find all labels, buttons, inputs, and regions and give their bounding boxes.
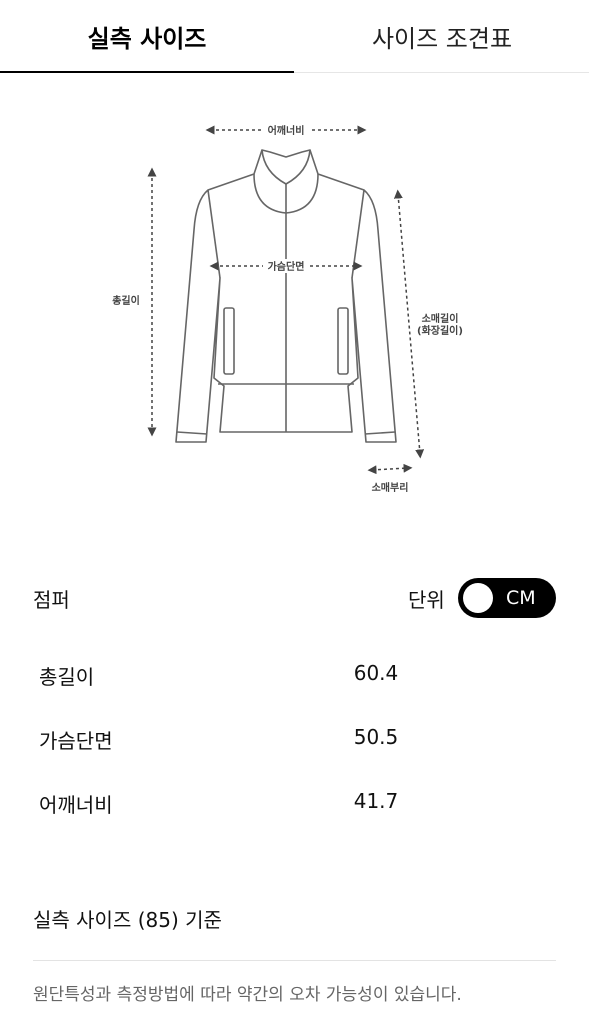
measurement-value-chest: 50.5 bbox=[353, 725, 399, 749]
measurement-value-length: 60.4 bbox=[353, 661, 399, 685]
size-tabs: 실측 사이즈 사이즈 조견표 bbox=[0, 0, 589, 73]
size-basis-note: 실측 사이즈 (85) 기준 bbox=[33, 908, 222, 932]
measurement-label-length: 총길이 bbox=[39, 665, 95, 689]
unit-label: 단위 bbox=[408, 588, 445, 612]
chest-label: 가슴단면 bbox=[268, 260, 305, 273]
shoulder-width-label: 어깨너비 bbox=[268, 124, 305, 137]
cuff-label: 소매부리 bbox=[372, 481, 409, 494]
divider bbox=[33, 960, 556, 961]
sleeve-length-label: 소매길이 bbox=[422, 312, 459, 325]
measurement-label-shoulder: 어깨너비 bbox=[39, 793, 113, 817]
total-length-label: 총길이 bbox=[112, 294, 140, 307]
jacket-measurement-diagram: 어깨너비 가슴단면 총길이 소매길이 (화장길이) 소매부리 bbox=[100, 110, 480, 510]
unit-toggle[interactable]: CM bbox=[458, 578, 556, 618]
unit-value: CM bbox=[506, 587, 536, 609]
measurement-value-shoulder: 41.7 bbox=[353, 789, 399, 813]
toggle-knob bbox=[463, 583, 493, 613]
tab-size-chart[interactable]: 사이즈 조견표 bbox=[295, 0, 589, 72]
tab-actual-size[interactable]: 실측 사이즈 bbox=[0, 0, 294, 73]
left-pocket bbox=[223, 307, 235, 375]
sleeve-length-sublabel: (화장길이) bbox=[417, 324, 463, 337]
measurement-disclaimer: 원단특성과 측정방법에 따라 약간의 오차 가능성이 있습니다. bbox=[33, 985, 462, 1005]
product-name: 점퍼 bbox=[33, 588, 70, 612]
measurement-label-chest: 가슴단면 bbox=[39, 729, 113, 753]
right-pocket bbox=[337, 307, 349, 375]
